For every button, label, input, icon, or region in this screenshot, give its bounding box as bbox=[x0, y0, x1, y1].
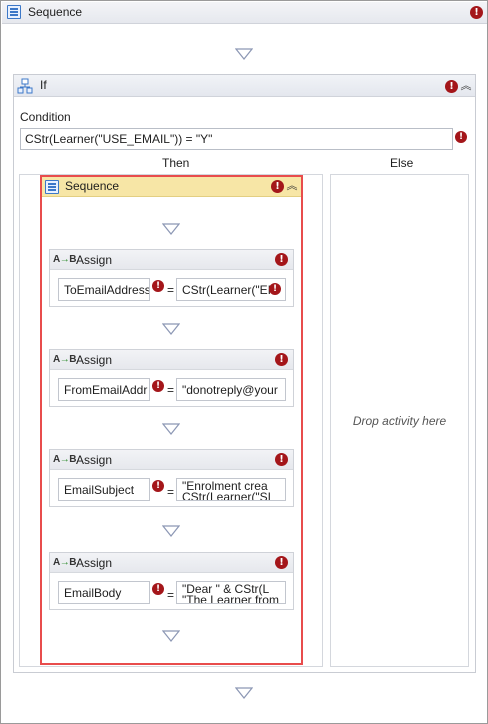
assign-title: Assign bbox=[76, 353, 113, 367]
drop-arrow-icon[interactable] bbox=[235, 48, 253, 60]
error-icon[interactable]: ! bbox=[445, 80, 458, 93]
sequence-icon bbox=[45, 180, 59, 194]
outer-sequence-title: Sequence bbox=[28, 5, 83, 19]
assign-header[interactable]: A→B Assign ! bbox=[50, 350, 293, 370]
assign-value-field[interactable]: "Enrolment crea CStr(Learner("SI bbox=[176, 478, 286, 501]
error-icon[interactable]: ! bbox=[271, 180, 284, 193]
assign-value-field[interactable]: "donotreply@your bbox=[176, 378, 286, 401]
drop-arrow-icon[interactable] bbox=[162, 423, 180, 435]
error-icon[interactable]: ! bbox=[275, 453, 288, 466]
error-icon[interactable]: ! bbox=[275, 253, 288, 266]
if-title: If bbox=[40, 78, 47, 92]
workflow-designer-canvas: Sequence ! If ! ︽ Condition CStr(Learner… bbox=[0, 0, 488, 724]
assign-header[interactable]: A→B Assign ! bbox=[50, 553, 293, 573]
assign-icon: A→B bbox=[53, 454, 76, 465]
error-icon[interactable]: ! bbox=[152, 280, 164, 292]
collapse-icon[interactable]: ︽ bbox=[460, 80, 472, 92]
assign-header[interactable]: A→B Assign ! bbox=[50, 450, 293, 470]
assign-to-field[interactable]: ToEmailAddress bbox=[58, 278, 150, 301]
error-icon[interactable]: ! bbox=[152, 480, 164, 492]
assign-value-line: "Enrolment crea bbox=[182, 479, 268, 493]
inner-sequence[interactable]: Sequence ! ︽ A→B Assign ! ToEmailAddress… bbox=[40, 175, 303, 665]
collapse-icon[interactable]: ︽ bbox=[286, 180, 298, 192]
assign-value-field[interactable]: "Dear " & CStr(L "The Learner from bbox=[176, 581, 286, 604]
drop-arrow-icon[interactable] bbox=[162, 630, 180, 642]
assign-operator: = bbox=[167, 383, 175, 397]
assign-title: Assign bbox=[76, 556, 113, 570]
drop-activity-hint: Drop activity here bbox=[352, 414, 447, 428]
assign-to-field[interactable]: FromEmailAddr bbox=[58, 378, 150, 401]
inner-sequence-title: Sequence bbox=[65, 179, 120, 193]
error-icon[interactable]: ! bbox=[455, 131, 467, 143]
if-header[interactable]: If ! ︽ bbox=[14, 75, 475, 97]
assign-title: Assign bbox=[76, 453, 113, 467]
assign-value-line: "Dear " & CStr(L bbox=[182, 582, 270, 596]
drop-arrow-icon[interactable] bbox=[235, 687, 253, 699]
error-icon[interactable]: ! bbox=[152, 583, 164, 595]
assign-icon: A→B bbox=[53, 354, 76, 365]
assign-activity[interactable]: A→B Assign ! EmailBody ! = "Dear " & CSt… bbox=[49, 552, 294, 610]
assign-icon: A→B bbox=[53, 557, 76, 568]
sequence-icon bbox=[7, 5, 21, 19]
assign-operator: = bbox=[167, 485, 175, 499]
drop-arrow-icon[interactable] bbox=[162, 223, 180, 235]
then-label: Then bbox=[162, 156, 190, 170]
else-branch[interactable]: Drop activity here bbox=[330, 174, 469, 667]
else-label: Else bbox=[390, 156, 414, 170]
drop-arrow-icon[interactable] bbox=[162, 323, 180, 335]
assign-operator: = bbox=[167, 283, 175, 297]
assign-value-line: CStr(Learner("SI bbox=[182, 492, 271, 500]
assign-operator: = bbox=[167, 588, 175, 602]
error-icon[interactable]: ! bbox=[275, 556, 288, 569]
drop-arrow-icon[interactable] bbox=[162, 525, 180, 537]
error-icon[interactable]: ! bbox=[470, 6, 483, 19]
assign-header[interactable]: A→B Assign ! bbox=[50, 250, 293, 270]
assign-value-line: "The Learner from bbox=[182, 595, 279, 603]
condition-input[interactable]: CStr(Learner("USE_EMAIL")) = "Y" bbox=[20, 128, 453, 150]
error-icon[interactable]: ! bbox=[269, 283, 281, 295]
error-icon[interactable]: ! bbox=[152, 380, 164, 392]
inner-sequence-header[interactable]: Sequence ! ︽ bbox=[42, 177, 301, 197]
assign-to-field[interactable]: EmailBody bbox=[58, 581, 150, 604]
assign-activity[interactable]: A→B Assign ! ToEmailAddress ! = CStr(Lea… bbox=[49, 249, 294, 307]
assign-icon: A→B bbox=[53, 254, 76, 265]
assign-activity[interactable]: A→B Assign ! EmailSubject ! = "Enrolment… bbox=[49, 449, 294, 507]
if-icon bbox=[17, 78, 33, 94]
assign-title: Assign bbox=[76, 253, 113, 267]
error-icon[interactable]: ! bbox=[275, 353, 288, 366]
assign-activity[interactable]: A→B Assign ! FromEmailAddr ! = "donotrep… bbox=[49, 349, 294, 407]
outer-sequence-header[interactable]: Sequence ! bbox=[2, 2, 487, 24]
assign-to-field[interactable]: EmailSubject bbox=[58, 478, 150, 501]
condition-label: Condition bbox=[20, 110, 71, 124]
